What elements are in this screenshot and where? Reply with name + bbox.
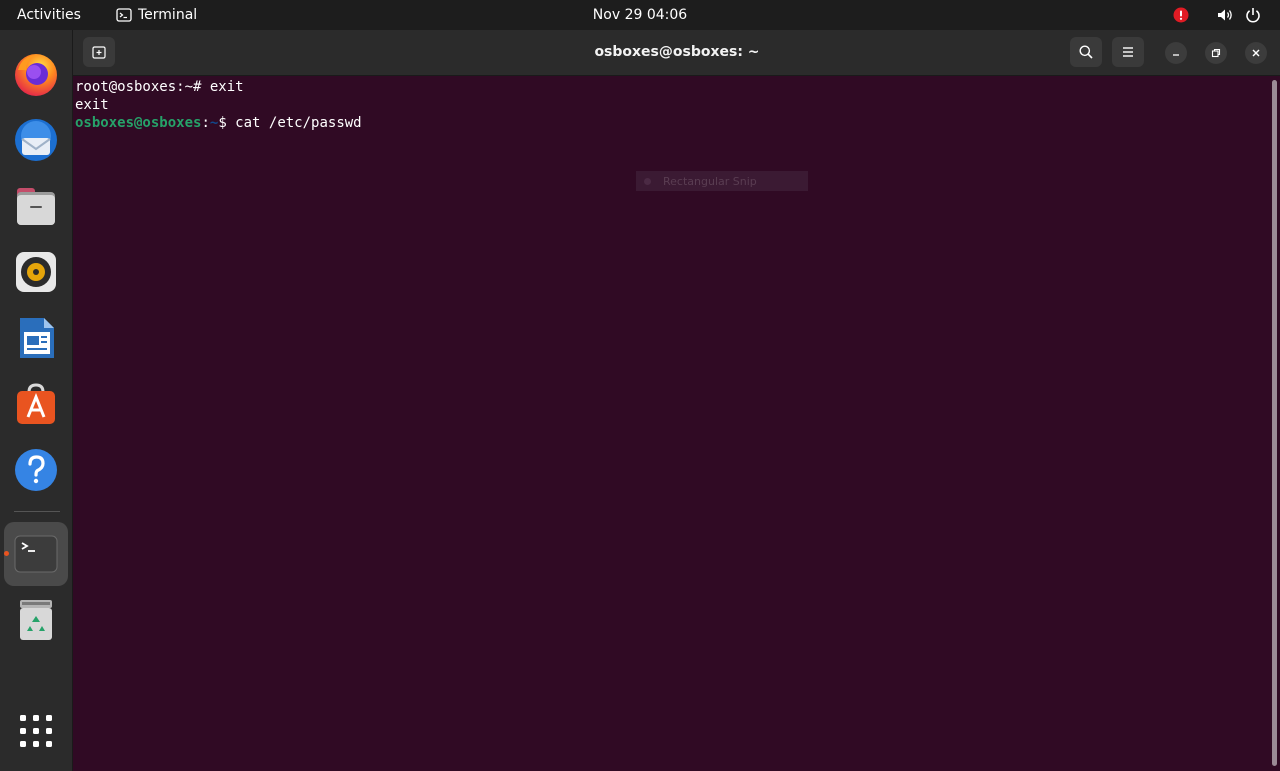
terminal-line: root@osboxes:~# exit — [75, 79, 244, 95]
prompt-symbol: $ — [218, 115, 236, 131]
close-button[interactable] — [1245, 42, 1267, 64]
running-indicator — [4, 551, 9, 556]
dock — [0, 30, 72, 771]
header-bar[interactable]: osboxes@osboxes: ~ — [73, 30, 1280, 76]
prompt-separator: : — [201, 115, 210, 131]
new-tab-button[interactable] — [83, 37, 115, 67]
hamburger-icon — [1123, 47, 1133, 57]
rhythmbox-icon[interactable] — [12, 248, 60, 296]
scrollbar[interactable] — [1272, 80, 1277, 766]
new-tab-icon — [92, 46, 106, 59]
app-menu[interactable]: Terminal — [116, 0, 197, 30]
terminal-icon[interactable] — [12, 530, 60, 578]
top-bar: Activities Terminal Nov 29 04:06 — [0, 0, 1280, 30]
thunderbird-icon[interactable] — [12, 116, 60, 164]
volume-icon[interactable] — [1217, 7, 1233, 23]
app-grid-icon[interactable] — [12, 707, 60, 755]
search-icon — [1079, 45, 1093, 59]
rectangular-snip-overlay[interactable]: Rectangular Snip — [636, 171, 808, 191]
restore-icon — [1211, 48, 1221, 58]
terminal-line: exit — [75, 97, 109, 113]
power-icon[interactable] — [1245, 7, 1261, 23]
minimize-icon — [1173, 54, 1179, 56]
firefox-icon[interactable] — [12, 50, 60, 98]
alert-icon[interactable] — [1173, 7, 1189, 23]
app-menu-label: Terminal — [138, 7, 198, 23]
terminal-window: osboxes@osboxes: ~ root@osboxes:~# exit … — [72, 30, 1280, 771]
trash-icon[interactable] — [12, 596, 60, 644]
maximize-button[interactable] — [1205, 42, 1227, 64]
snip-label: Rectangular Snip — [663, 174, 757, 188]
terminal-small-icon — [116, 8, 132, 22]
snip-icon — [644, 177, 651, 185]
search-button[interactable] — [1070, 37, 1102, 67]
prompt-user-host: osboxes@osboxes — [75, 115, 202, 131]
writer-icon[interactable] — [12, 314, 60, 362]
files-icon[interactable] — [12, 182, 60, 230]
clock[interactable]: Nov 29 04:06 — [593, 7, 687, 23]
help-icon[interactable] — [12, 446, 60, 494]
menu-button[interactable] — [1112, 37, 1144, 67]
close-icon — [1252, 49, 1260, 57]
minimize-button[interactable] — [1165, 42, 1187, 64]
activities-button[interactable]: Activities — [17, 0, 81, 30]
dock-separator — [14, 511, 60, 512]
software-icon[interactable] — [12, 380, 60, 428]
terminal-prompt-line: osboxes@osboxes:~$ cat /etc/passwd — [75, 114, 1265, 132]
typed-command: cat /etc/passwd — [235, 115, 362, 131]
